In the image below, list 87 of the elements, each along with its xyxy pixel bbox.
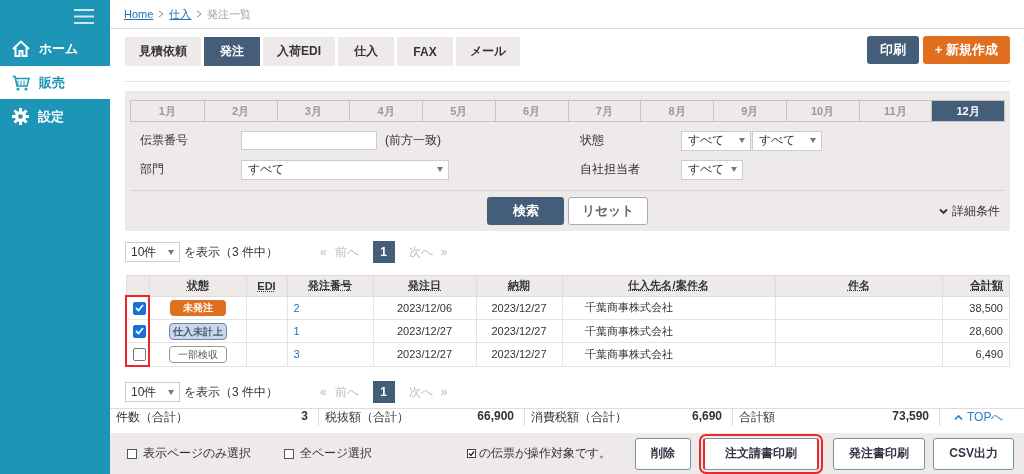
- status-badge: 仕入未計上: [168, 322, 227, 340]
- cart-icon: [12, 74, 30, 91]
- page-size-select[interactable]: 10件: [125, 382, 180, 402]
- page-number[interactable]: 1: [372, 241, 395, 263]
- column-header[interactable]: 状態: [149, 275, 246, 296]
- table-cell: 28,600: [942, 319, 1010, 343]
- column-header[interactable]: 発注日: [373, 275, 476, 296]
- table-cell: 2023/12/27: [476, 319, 562, 343]
- search-button[interactable]: 検索: [487, 197, 564, 225]
- table-cell: 2023/12/06: [373, 296, 476, 320]
- column-header[interactable]: 件名: [775, 275, 942, 296]
- table-cell: 千葉商事株式会社: [562, 342, 775, 366]
- total-value: 6,690: [691, 409, 722, 425]
- field-label: 自社担当者: [580, 161, 641, 178]
- breadcrumb-current: 発注一覧: [207, 6, 252, 22]
- status-select[interactable]: すべて: [681, 130, 751, 151]
- menu-icon[interactable]: [74, 8, 94, 24]
- total-label: 税抜額（合計）: [325, 409, 409, 426]
- column-header[interactable]: 合計額: [942, 275, 1010, 296]
- tab[interactable]: FAX: [397, 37, 453, 66]
- column-header[interactable]: 納期: [476, 275, 562, 296]
- slip-number-field[interactable]: [241, 131, 377, 150]
- tab[interactable]: 発注: [204, 37, 260, 66]
- total-value: 3: [301, 409, 308, 425]
- checked-box-icon: [467, 449, 477, 458]
- total-label: 合計額: [739, 409, 775, 426]
- table-cell: 2023/12/27: [373, 342, 476, 366]
- action-button[interactable]: 削除: [635, 437, 692, 470]
- chevron-right-icon: [158, 10, 165, 18]
- chevron-right-icon: [196, 10, 203, 18]
- total-value: 66,900: [477, 409, 514, 425]
- row-checkbox[interactable]: [133, 347, 146, 361]
- tab[interactable]: 仕入: [338, 37, 394, 66]
- page-number[interactable]: 1: [372, 381, 395, 403]
- order-number-link[interactable]: 1: [293, 325, 300, 337]
- reset-button[interactable]: リセット: [568, 197, 648, 225]
- chevron-up-icon[interactable]: [954, 414, 963, 421]
- status-badge: 一部検収: [168, 345, 227, 363]
- table-cell: 2023/12/27: [476, 296, 562, 320]
- column-header[interactable]: EDI: [246, 275, 287, 296]
- status-select[interactable]: すべて: [752, 130, 822, 151]
- sidebar-item[interactable]: 設定: [0, 100, 110, 134]
- field-label: 部門: [140, 161, 165, 178]
- order-number-link[interactable]: 2: [293, 301, 300, 314]
- month-tab[interactable]: 12月: [931, 101, 1004, 121]
- breadcrumb-link[interactable]: 仕入: [169, 6, 192, 22]
- breadcrumb-link[interactable]: Home: [124, 8, 154, 20]
- result-count: を表示（3 件中）: [184, 383, 279, 401]
- result-count: を表示（3 件中）: [184, 243, 279, 261]
- table-cell: 2023/12/27: [373, 319, 476, 343]
- operation-note: の伝票が操作対象です。: [479, 445, 612, 462]
- column-header[interactable]: 仕入先名/案件名: [562, 275, 775, 296]
- staff-select[interactable]: すべて: [681, 159, 743, 180]
- table-cell: 38,500: [942, 296, 1010, 320]
- checkbox-label: 表示ページのみ選択: [143, 445, 251, 462]
- checkbox-label: 全ページ選択: [300, 445, 372, 462]
- order-number-link[interactable]: 3: [293, 348, 300, 361]
- back-to-top-link[interactable]: TOPへ: [967, 409, 1004, 426]
- tab[interactable]: メール: [456, 37, 520, 66]
- status-badge: 未発注: [169, 299, 226, 316]
- page-size-select[interactable]: 10件: [125, 242, 180, 262]
- checkbox[interactable]: [127, 448, 137, 459]
- action-button[interactable]: CSV出力: [933, 437, 1014, 470]
- table-cell: 千葉商事株式会社: [562, 296, 775, 320]
- tab[interactable]: 見積依頼: [125, 37, 201, 66]
- gear-icon: [12, 108, 29, 125]
- total-label: 消費税額（合計）: [531, 409, 627, 426]
- chevron-down-icon[interactable]: [939, 208, 948, 215]
- total-value: 73,590: [892, 409, 929, 425]
- home-icon: [12, 40, 30, 57]
- tab[interactable]: 入荷EDI: [263, 37, 335, 66]
- department-select[interactable]: すべて: [241, 159, 449, 180]
- table-cell: 2023/12/27: [476, 342, 562, 366]
- table-cell: 千葉商事株式会社: [562, 319, 775, 343]
- row-checkbox[interactable]: [133, 301, 146, 315]
- field-note: (前方一致): [385, 132, 441, 149]
- action-button[interactable]: 発注書印刷: [833, 437, 926, 470]
- table-cell: 6,490: [942, 342, 1010, 366]
- total-label: 件数（合計）: [116, 409, 188, 426]
- column-header[interactable]: 発注番号: [287, 275, 373, 296]
- checkbox[interactable]: [284, 448, 294, 459]
- details-toggle[interactable]: 詳細条件: [952, 203, 1000, 220]
- row-checkbox[interactable]: [133, 324, 146, 338]
- field-label: 伝票番号: [140, 132, 189, 149]
- sidebar-item[interactable]: 販売: [0, 66, 110, 100]
- field-label: 状態: [580, 132, 605, 149]
- print-button[interactable]: 印刷: [866, 36, 919, 64]
